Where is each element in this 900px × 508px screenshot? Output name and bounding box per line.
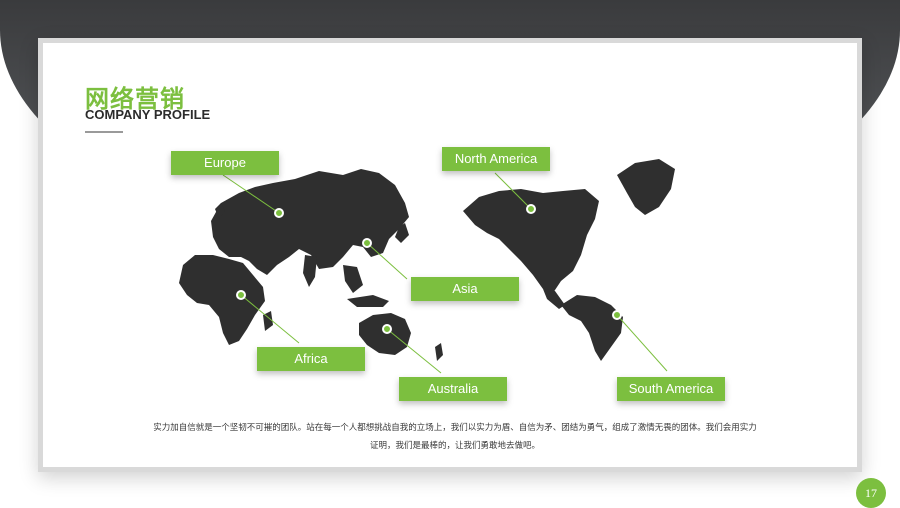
central-america	[543, 289, 565, 309]
region-label-south-america: South America	[617, 377, 725, 401]
slide-card: 网络营销 COMPANY PROFILE	[38, 38, 862, 472]
indonesia-islands	[347, 295, 389, 307]
marker-north-america	[527, 205, 535, 213]
south-america-landmass	[561, 295, 623, 361]
connector-asia	[367, 243, 407, 279]
region-label-australia: Australia	[399, 377, 507, 401]
indian-peninsula	[303, 255, 317, 287]
marker-africa	[237, 291, 245, 299]
southeast-asia	[343, 265, 363, 293]
connector-south-america	[617, 315, 667, 371]
region-label-north-america: North America	[442, 147, 550, 171]
marker-australia	[383, 325, 391, 333]
greenland-island	[617, 159, 675, 215]
region-label-europe: Europe	[171, 151, 279, 175]
marker-europe	[275, 209, 283, 217]
page-number-badge: 17	[856, 478, 886, 508]
region-label-africa: Africa	[257, 347, 365, 371]
marker-asia	[363, 239, 371, 247]
description-text: 实力加自信就是一个坚韧不可摧的团队。站在每一个人都想挑战自我的立场上，我们以实力…	[153, 419, 757, 455]
australia-landmass	[359, 313, 411, 355]
new-zealand-island	[435, 343, 443, 361]
africa-landmass	[179, 255, 265, 345]
marker-south-america	[613, 311, 621, 319]
region-label-asia: Asia	[411, 277, 519, 301]
world-map	[43, 43, 867, 477]
